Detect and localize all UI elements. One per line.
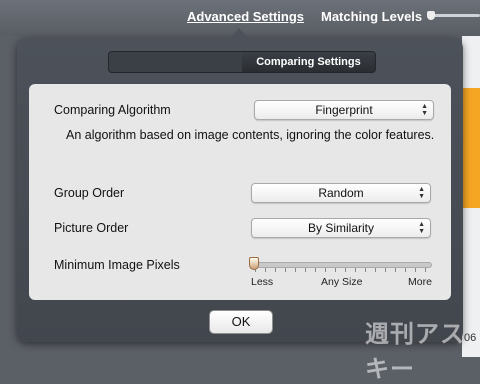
- comparing-algorithm-label: Comparing Algorithm: [54, 103, 171, 117]
- group-order-select[interactable]: Random ▲ ▼: [251, 183, 431, 203]
- comparing-algorithm-value: Fingerprint: [315, 103, 373, 117]
- minimum-image-pixels-label: Minimum Image Pixels: [54, 258, 180, 272]
- group-order-value: Random: [318, 186, 364, 200]
- picture-order-label: Picture Order: [54, 221, 129, 235]
- picture-order-value: By Similarity: [307, 221, 374, 235]
- minimum-pixels-slider-knob[interactable]: [249, 257, 259, 270]
- comparing-settings-popover: Comparing Settings Comparing Algorithm F…: [17, 38, 463, 342]
- slider-less-label: Less: [251, 276, 274, 288]
- background-window-edge: 06: [462, 36, 480, 357]
- ok-button[interactable]: OK: [209, 310, 273, 334]
- picture-order-select[interactable]: By Similarity ▲ ▼: [251, 218, 431, 238]
- comparing-algorithm-select[interactable]: Fingerprint ▲ ▼: [254, 100, 434, 120]
- settings-segmented-control: Comparing Settings: [108, 51, 376, 73]
- slider-ticks: [251, 268, 432, 273]
- background-orange-panel: [462, 88, 480, 208]
- updown-arrows-icon: ▲ ▼: [418, 186, 425, 200]
- settings-panel: Comparing Algorithm Fingerprint ▲ ▼ An al…: [29, 84, 451, 300]
- matching-levels-slider-track[interactable]: [428, 14, 480, 17]
- segment-left[interactable]: [109, 52, 242, 72]
- advanced-settings-link[interactable]: Advanced Settings: [187, 9, 304, 24]
- matching-levels-label: Matching Levels: [321, 9, 423, 24]
- group-order-label: Group Order: [54, 186, 125, 200]
- updown-arrows-icon: ▲ ▼: [421, 103, 428, 117]
- popover-arrow: [230, 28, 248, 38]
- algorithm-description: An algorithm based on image contents, ig…: [66, 128, 435, 142]
- segment-comparing-settings[interactable]: Comparing Settings: [242, 52, 375, 72]
- watermark-logo: 週刊アスキー: [365, 320, 465, 383]
- matching-levels-slider-knob[interactable]: [427, 11, 435, 20]
- updown-arrows-icon: ▲ ▼: [418, 221, 425, 235]
- slider-any-size-label: Any Size: [321, 276, 363, 288]
- slider-more-label: More: [408, 276, 432, 288]
